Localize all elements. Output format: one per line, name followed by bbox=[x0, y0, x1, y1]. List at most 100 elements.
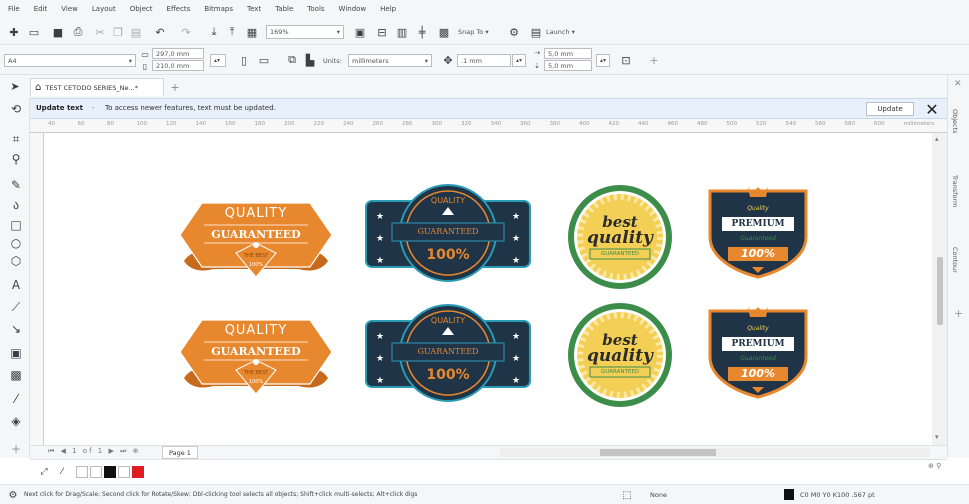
drawing-canvas[interactable]: QUALITY GUARANTEED THE BEST 100% ★ ★ ★ ★… bbox=[44, 133, 932, 445]
menu-item-view[interactable]: View bbox=[61, 5, 78, 13]
polygon-tool-icon[interactable]: ⬡ bbox=[6, 252, 26, 270]
full-screen-icon[interactable]: ▣ bbox=[352, 24, 368, 40]
home-icon[interactable]: ⌂ bbox=[35, 82, 41, 93]
rectangle-tool-icon[interactable]: □ bbox=[6, 216, 26, 234]
page-size-select[interactable]: A4 ▾ bbox=[4, 54, 136, 67]
menu-item-file[interactable]: File bbox=[8, 5, 20, 13]
grid-icon[interactable]: ▥ bbox=[394, 24, 410, 40]
publish-pdf-icon[interactable]: ▦ bbox=[244, 24, 260, 40]
horizontal-scroll-thumb[interactable] bbox=[600, 449, 716, 456]
artistic-media-icon[interactable]: ა bbox=[6, 196, 26, 214]
portrait-icon[interactable]: ▯ bbox=[236, 52, 252, 68]
open-icon[interactable]: ▭ bbox=[26, 24, 42, 40]
scroll-down-icon[interactable]: ▾ bbox=[935, 433, 939, 441]
menu-item-help[interactable]: Help bbox=[380, 5, 396, 13]
zoom-tool-icon[interactable]: ⚲ bbox=[6, 150, 26, 168]
add-tool-icon[interactable]: + bbox=[6, 440, 26, 458]
document-tab[interactable]: ⌂ TEST CETODO SERIES_Ne...* bbox=[30, 78, 164, 96]
launch-icon[interactable]: ▤ bbox=[528, 24, 544, 40]
contour-docker-tab[interactable]: Contour bbox=[951, 247, 959, 273]
close-docker-icon[interactable]: ✕ bbox=[954, 79, 962, 89]
white-swatch-2[interactable] bbox=[118, 466, 130, 478]
new-tab-icon[interactable]: + bbox=[168, 80, 182, 94]
page-tab[interactable]: Page 1 bbox=[162, 446, 198, 459]
badge-green-best-quality-copy[interactable]: best quality GUARANTEED bbox=[566, 301, 674, 409]
eyedropper-icon[interactable]: ⁄ bbox=[6, 390, 26, 408]
no-color-swatch[interactable] bbox=[76, 466, 88, 478]
nudge-stepper[interactable]: ▴▾ bbox=[512, 54, 526, 67]
menu-item-edit[interactable]: Edit bbox=[34, 5, 48, 13]
close-notification-icon[interactable]: ✕ bbox=[923, 99, 941, 119]
menu-item-bitmaps[interactable]: Bitmaps bbox=[204, 5, 233, 13]
menu-item-window[interactable]: Window bbox=[339, 5, 367, 13]
current-page-icon[interactable]: ▙ bbox=[302, 52, 318, 68]
badge-orange-quality-copy[interactable]: QUALITY GUARANTEED THE BEST 100% bbox=[174, 308, 338, 398]
duplicate-y-field[interactable]: 5,0 mm bbox=[544, 60, 592, 71]
horizontal-scrollbar[interactable] bbox=[500, 448, 930, 457]
vertical-scroll-thumb[interactable] bbox=[937, 257, 943, 325]
duplicate-x-field[interactable]: 5,0 mm bbox=[544, 48, 592, 59]
menu-item-layout[interactable]: Layout bbox=[92, 5, 116, 13]
snap-to-dropdown[interactable]: Snap To ▾ bbox=[458, 28, 489, 36]
palette-arrow-icon[interactable]: ⤢ bbox=[38, 466, 50, 478]
badge-green-best-quality[interactable]: best quality GUARANTEED bbox=[566, 183, 674, 291]
snap-icon[interactable]: ▩ bbox=[436, 24, 452, 40]
transparency-icon[interactable]: ▩ bbox=[6, 366, 26, 384]
badge-navy-quality[interactable]: ★ ★ ★ ★ ★ ★ QUALITY GUARANTEED 100% bbox=[364, 183, 532, 283]
parallel-dimension-icon[interactable]: ⟋ bbox=[6, 298, 26, 316]
options-gear-icon[interactable]: ⚙ bbox=[506, 24, 522, 40]
rulers-icon[interactable]: ⊟ bbox=[374, 24, 390, 40]
pick-tool-icon[interactable]: ➤ bbox=[8, 79, 22, 93]
bleed-icon[interactable]: ⊡ bbox=[618, 52, 634, 68]
crop-tool-icon[interactable]: ⌗ bbox=[6, 130, 26, 148]
nudge-distance-field[interactable]: .1 mm bbox=[457, 54, 511, 67]
red-swatch[interactable] bbox=[132, 466, 144, 478]
transform-docker-tab[interactable]: Transform bbox=[951, 175, 959, 207]
status-gear-icon[interactable]: ⚙ bbox=[6, 488, 20, 502]
menu-item-effects[interactable]: Effects bbox=[167, 5, 191, 13]
menu-item-object[interactable]: Object bbox=[130, 5, 153, 13]
print-icon[interactable]: ⎙ bbox=[70, 24, 86, 40]
save-icon[interactable]: ■ bbox=[50, 24, 66, 40]
cut-icon[interactable]: ✂ bbox=[92, 24, 108, 40]
paste-icon[interactable]: ▤ bbox=[128, 24, 144, 40]
add-preset-icon[interactable]: + bbox=[646, 52, 662, 68]
menu-item-tools[interactable]: Tools bbox=[307, 5, 324, 13]
drop-shadow-icon[interactable]: ▣ bbox=[6, 344, 26, 362]
freehand-tool-icon[interactable]: ✎ bbox=[6, 176, 26, 194]
interactive-fill-icon[interactable]: ◈ bbox=[6, 412, 26, 430]
undo-icon[interactable]: ↶ bbox=[152, 24, 168, 40]
zoom-level-select[interactable]: 169% ▾ bbox=[266, 25, 344, 39]
page-nav-buttons[interactable]: ⏮ ◀ 1 of 1 ▶ ⏭ ⊕ bbox=[48, 447, 140, 456]
duplicate-stepper[interactable]: ▴▾ bbox=[596, 54, 610, 67]
export-icon[interactable]: ⤒ bbox=[224, 24, 240, 40]
menu-item-table[interactable]: Table bbox=[275, 5, 293, 13]
update-button[interactable]: Update bbox=[866, 102, 914, 116]
black-swatch[interactable] bbox=[104, 466, 116, 478]
page-height-field[interactable]: 210,0 mm bbox=[152, 60, 204, 71]
badge-orange-quality[interactable]: QUALITY GUARANTEED THE BEST 100% bbox=[174, 191, 338, 281]
white-swatch[interactable] bbox=[90, 466, 102, 478]
all-pages-icon[interactable]: ⧉ bbox=[284, 52, 300, 68]
copy-icon[interactable]: ❐ bbox=[110, 24, 126, 40]
new-document-icon[interactable]: ✚ bbox=[6, 24, 22, 40]
connector-tool-icon[interactable]: ↘ bbox=[6, 320, 26, 338]
shape-tool-icon[interactable]: ⟲ bbox=[6, 100, 26, 118]
redo-icon[interactable]: ↷ bbox=[178, 24, 194, 40]
horizontal-ruler[interactable]: 40 60 80 100 120 140 160 180 200 220 240 260 280 300 3… bbox=[30, 119, 947, 133]
ellipse-tool-icon[interactable]: ○ bbox=[6, 234, 26, 252]
size-stepper[interactable]: ▴▾ bbox=[210, 54, 226, 67]
badge-navy-quality-copy[interactable]: ★ ★ ★ ★ ★ ★ QUALITY GUARANTEED 100% bbox=[364, 303, 532, 403]
launch-dropdown[interactable]: Launch ▾ bbox=[546, 28, 575, 36]
page-width-field[interactable]: 297,0 mm bbox=[152, 48, 204, 59]
landscape-icon[interactable]: ▭ bbox=[256, 52, 272, 68]
import-icon[interactable]: ⤓ bbox=[206, 24, 222, 40]
badge-shield-premium[interactable]: Quality PREMIUM Guaranteed 100% bbox=[706, 185, 810, 279]
scroll-up-icon[interactable]: ▴ bbox=[935, 135, 939, 143]
vertical-ruler[interactable] bbox=[30, 133, 44, 445]
eyedropper-palette-icon[interactable]: ⁄ bbox=[56, 466, 68, 478]
add-docker-icon[interactable]: + bbox=[954, 307, 963, 320]
vertical-scrollbar[interactable]: ▴ ▾ bbox=[932, 133, 947, 445]
units-select[interactable]: millimeters ▾ bbox=[348, 54, 432, 67]
objects-docker-tab[interactable]: Objects bbox=[951, 109, 959, 134]
